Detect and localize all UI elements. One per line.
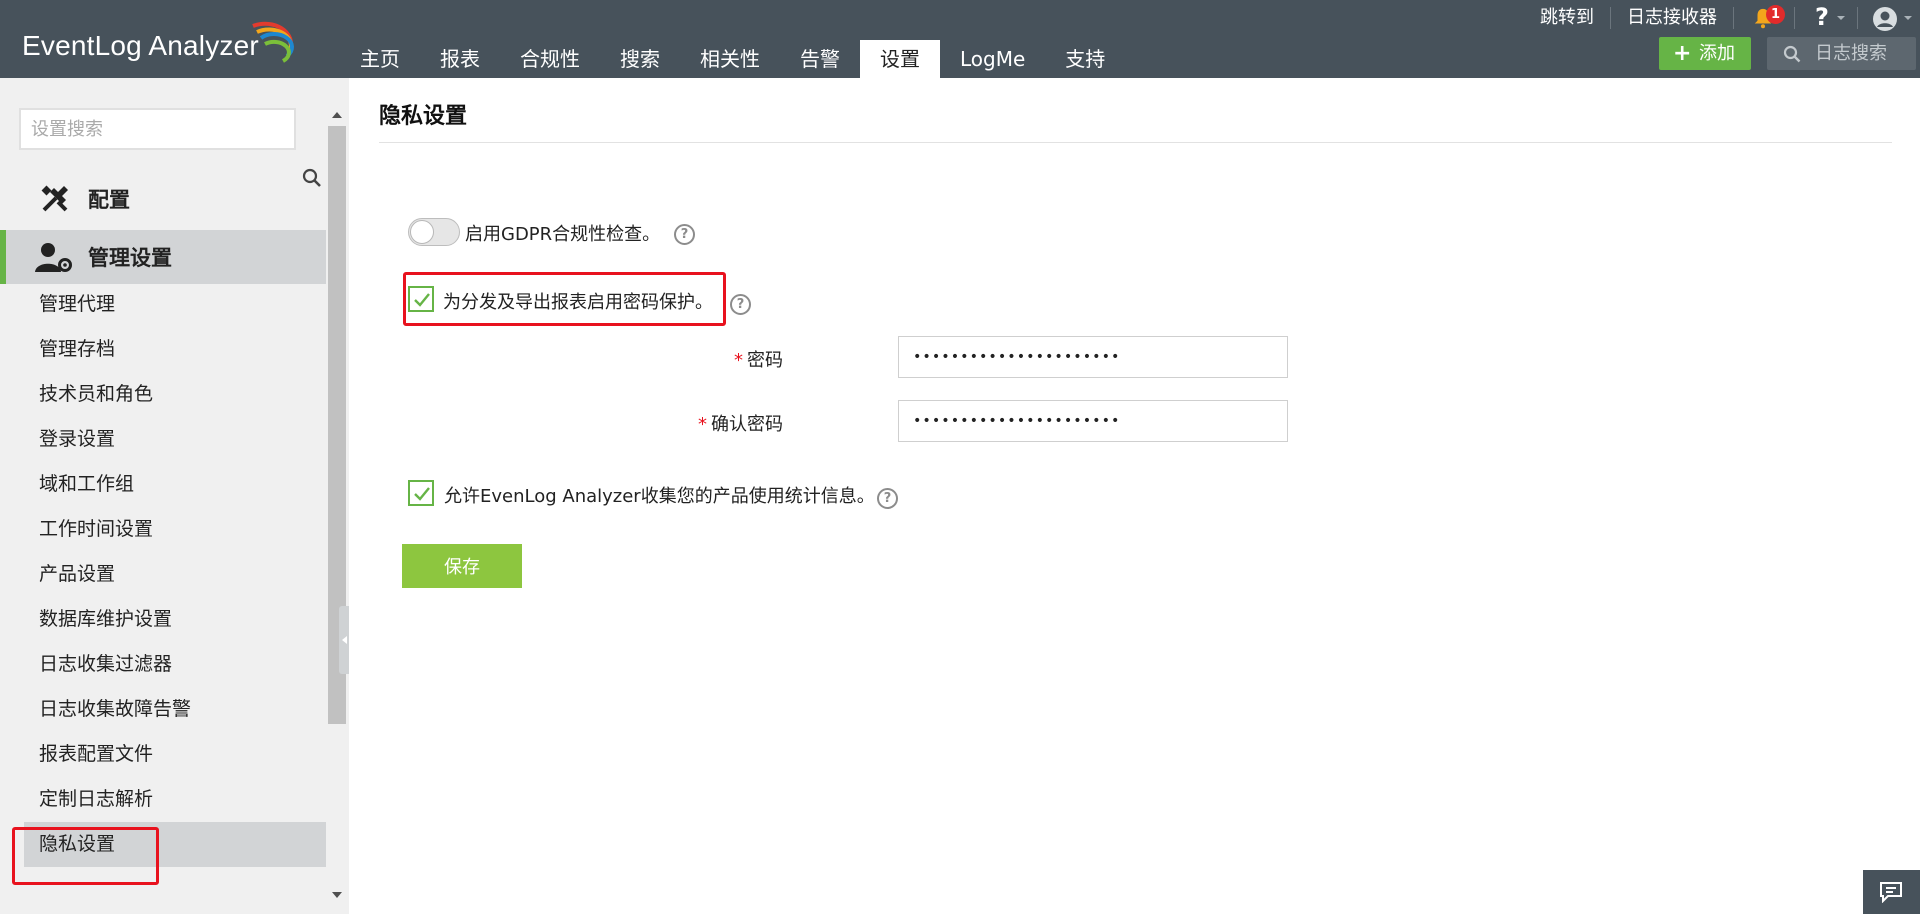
save-button[interactable]: 保存 [402,544,522,588]
app-logo[interactable]: EventLog Analyzer [22,30,259,62]
sidebar-item-working-hours[interactable]: 工作时间设置 [0,507,326,552]
password-label: * 密码 [734,346,783,372]
help-icon: ? [1815,3,1829,31]
main-nav: 主页 报表 合规性 搜索 相关性 告警 设置 LogMe 支持 [340,40,1125,78]
sidebar-item-manage-agents[interactable]: 管理代理 [0,282,326,327]
tab-alerts[interactable]: 告警 [780,40,860,78]
sidebar-items: 管理代理 管理存档 技术员和角色 登录设置 域和工作组 工作时间设置 产品设置 … [0,282,326,867]
sidebar-item-domains-workgroups[interactable]: 域和工作组 [0,462,326,507]
sidebar-item-manage-archives[interactable]: 管理存档 [0,327,326,372]
sidebar-item-privacy-settings[interactable]: 隐私设置 [24,822,326,867]
sidebar-item-report-profiles[interactable]: 报表配置文件 [0,732,326,777]
sidebar-item-custom-log-parser[interactable]: 定制日志解析 [0,777,326,822]
user-menu-button[interactable] [1858,0,1920,36]
add-button-label: 添加 [1699,43,1735,64]
tab-home[interactable]: 主页 [340,40,420,78]
tab-correlation[interactable]: 相关性 [680,40,780,78]
sidebar-scrollbar[interactable] [326,104,348,910]
tools-icon [41,185,68,212]
help-icon[interactable]: ? [730,294,751,315]
tab-search[interactable]: 搜索 [600,40,680,78]
confirm-password-field[interactable] [898,400,1288,442]
sidebar-item-db-maintenance[interactable]: 数据库维护设置 [0,597,326,642]
sidebar-item-log-collection-filters[interactable]: 日志收集过滤器 [0,642,326,687]
search-icon [1783,45,1801,63]
tab-compliance[interactable]: 合规性 [500,40,600,78]
password-field[interactable] [898,336,1288,378]
jump-to-link[interactable]: 跳转到 [1524,0,1610,36]
log-search-box[interactable] [1767,37,1916,70]
usage-stats-checkbox[interactable] [408,480,434,506]
main-content: 隐私设置 启用GDPR合规性检查。 ? 为分发及导出报表启用密码保护。 ? * 密… [349,78,1920,914]
plus-icon: + [1673,41,1692,66]
sidebar-section-admin[interactable]: 管理设置 [0,230,326,284]
password-protect-label: 为分发及导出报表启用密码保护。 [443,292,713,313]
sidebar-item-technicians-roles[interactable]: 技术员和角色 [0,372,326,417]
sidebar-section-config-label: 配置 [88,188,130,212]
chevron-down-icon [1837,16,1845,20]
add-button[interactable]: + 添加 [1659,37,1751,70]
user-icon [1873,7,1897,31]
chevron-down-icon [1904,16,1912,20]
log-receiver-link[interactable]: 日志接收器 [1611,0,1733,36]
scroll-down-icon[interactable] [332,892,342,898]
check-icon [414,487,430,501]
page-title: 隐私设置 [379,104,468,129]
sidebar-section-admin-label: 管理设置 [88,246,172,270]
sidebar-section-config[interactable]: 配置 [0,172,326,226]
chat-icon [1880,882,1902,903]
scroll-up-icon[interactable] [332,112,342,118]
confirm-password-label-text: 确认密码 [711,414,783,435]
logo-swoosh-icon [252,21,294,63]
help-icon[interactable]: ? [877,488,898,509]
divider [379,142,1892,143]
required-mark: * [734,350,743,371]
tab-logme[interactable]: LogMe [940,40,1045,78]
log-search-input[interactable] [1815,37,1911,70]
top-bar: EventLog Analyzer 主页 报表 合规性 搜索 相关性 告警 设置… [0,0,1920,78]
required-mark: * [698,414,707,435]
sidebar-item-log-collection-failure-alerts[interactable]: 日志收集故障告警 [0,687,326,732]
tab-reports[interactable]: 报表 [420,40,500,78]
chat-button[interactable] [1863,870,1920,914]
gdpr-label: 启用GDPR合规性检查。 [465,224,661,245]
sidebar-item-login-settings[interactable]: 登录设置 [0,417,326,462]
notifications-button[interactable]: 1 [1734,0,1794,36]
tab-settings[interactable]: 设置 [860,40,940,78]
tab-support[interactable]: 支持 [1045,40,1125,78]
password-label-text: 密码 [747,350,783,371]
help-menu-button[interactable]: ? [1795,0,1857,36]
gdpr-toggle[interactable] [408,218,460,246]
settings-sidebar: 配置 管理设置 管理代理 管理存档 技术员和角色 登录设置 域和工作组 工作时间… [0,78,351,914]
usage-stats-label: 允许EvenLog Analyzer收集您的产品使用统计信息。 [444,486,875,507]
password-protect-checkbox[interactable] [408,286,434,312]
top-links: 跳转到 日志接收器 1 ? [1524,0,1920,36]
help-icon[interactable]: ? [674,224,695,245]
toggle-knob [410,220,434,244]
settings-search-input[interactable] [19,108,296,150]
check-icon [414,293,430,307]
confirm-password-label: * 确认密码 [698,410,783,436]
notification-badge: 1 [1766,5,1785,24]
sidebar-item-product-settings[interactable]: 产品设置 [0,552,326,597]
admin-user-icon [35,243,72,272]
